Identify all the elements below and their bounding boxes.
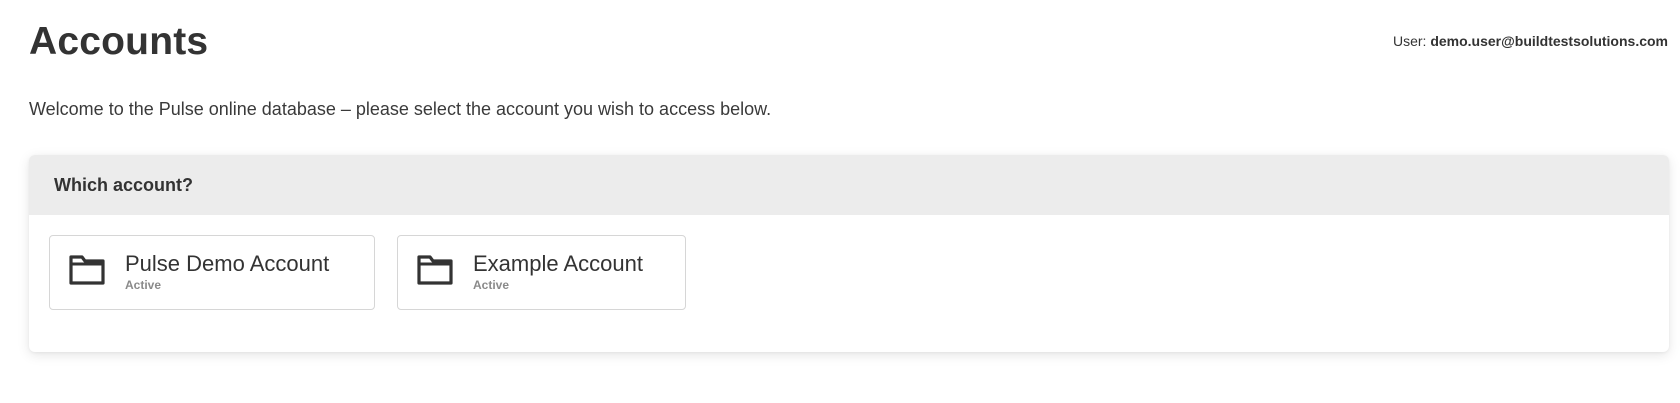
account-card-text: Pulse Demo Account Active bbox=[125, 251, 329, 292]
folder-icon bbox=[69, 255, 105, 285]
page-title: Accounts bbox=[29, 20, 209, 63]
user-label: User: bbox=[1392, 33, 1431, 49]
account-list: Pulse Demo Account Active Example Accoun… bbox=[29, 215, 1669, 330]
account-name: Pulse Demo Account bbox=[125, 251, 330, 276]
account-card-example[interactable]: Example Account Active bbox=[397, 235, 686, 310]
account-card-text: Example Account Active bbox=[473, 251, 643, 292]
account-status: Active bbox=[473, 278, 510, 292]
account-card-pulse-demo[interactable]: Pulse Demo Account Active bbox=[49, 235, 375, 310]
user-email: demo.user@buildtestsolutions.com bbox=[1430, 33, 1668, 49]
account-panel: Which account? Pulse Demo Account Active bbox=[29, 155, 1669, 352]
panel-heading: Which account? bbox=[29, 155, 1669, 215]
folder-icon bbox=[417, 255, 453, 285]
accounts-page: Accounts User: demo.user@buildtestsoluti… bbox=[0, 0, 1680, 403]
account-status: Active bbox=[125, 278, 162, 292]
intro-text: Welcome to the Pulse online database – p… bbox=[29, 99, 772, 119]
user-info: User: demo.user@buildtestsolutions.com bbox=[1393, 33, 1668, 49]
account-name: Example Account bbox=[473, 251, 643, 276]
